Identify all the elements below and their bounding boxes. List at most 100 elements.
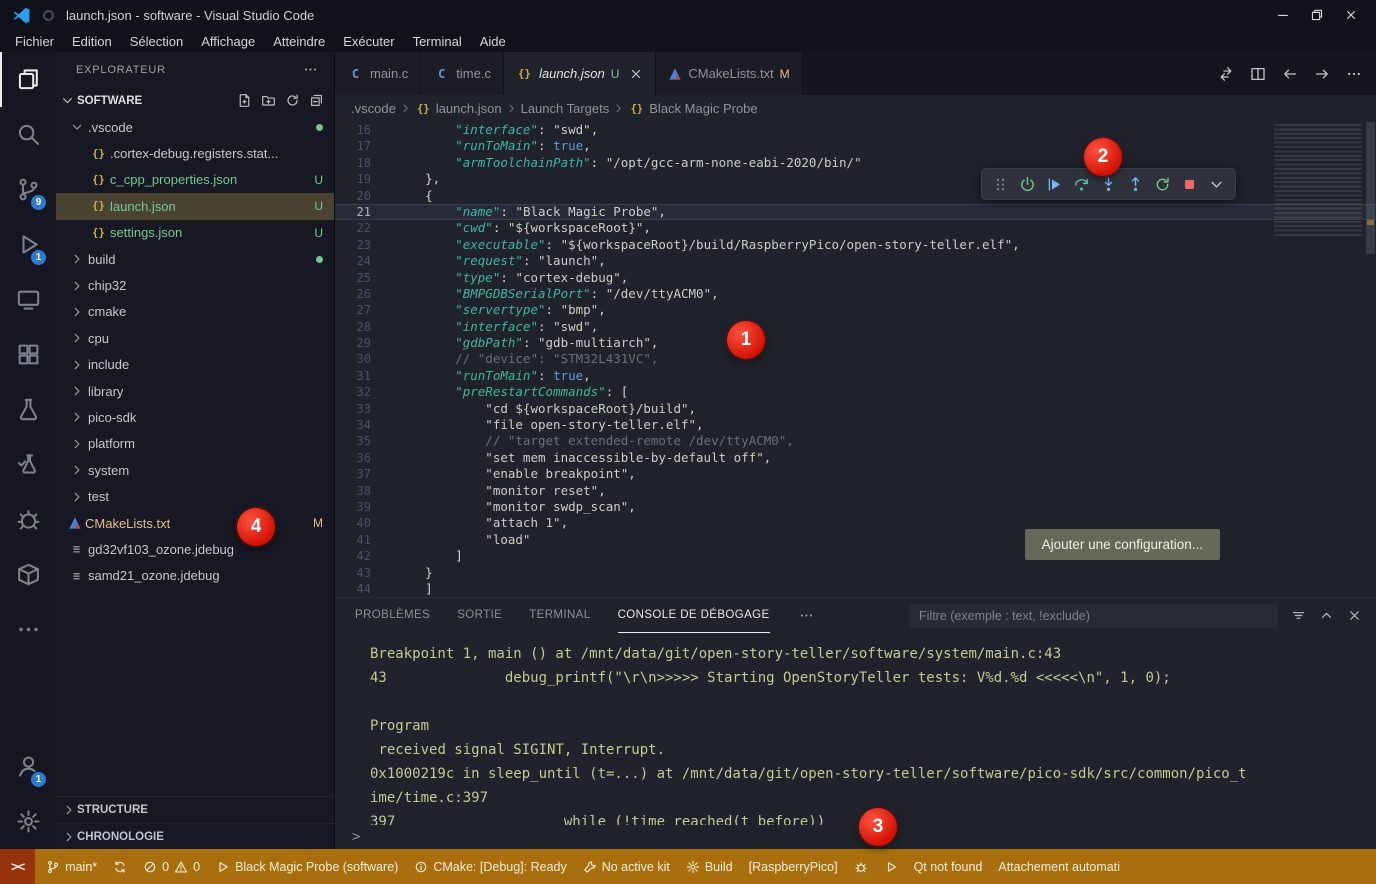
tree-item-include[interactable]: include: [56, 352, 334, 378]
menu-terminal[interactable]: Terminal: [404, 30, 471, 52]
tree-item-samd21-ozone-jdebug[interactable]: ≡samd21_ozone.jdebug: [56, 563, 334, 589]
new-file-button[interactable]: [237, 93, 252, 108]
tree-item-gd32vf103-ozone-jdebug[interactable]: ≡gd32vf103_ozone.jdebug: [56, 536, 334, 562]
activity-settings[interactable]: [0, 794, 56, 849]
tree-item-pico-sdk[interactable]: pico-sdk: [56, 404, 334, 430]
tree-item-launch-json[interactable]: {}launch.jsonU: [56, 193, 334, 219]
debug-more-button[interactable]: [1203, 171, 1230, 198]
tree-item-cpu[interactable]: cpu: [56, 325, 334, 351]
tree-item-cmake[interactable]: cmake: [56, 299, 334, 325]
panel-tab-sortie[interactable]: SORTIE: [457, 598, 502, 633]
tree-item-build[interactable]: build: [56, 246, 334, 272]
close-icon[interactable]: [629, 67, 643, 81]
filter-button[interactable]: [1291, 608, 1306, 623]
breadcrumb-item-launch-targets[interactable]: Launch Targets: [521, 101, 610, 116]
menu-executer[interactable]: Exécuter: [334, 30, 403, 52]
status-cmake-target[interactable]: [RaspberryPico]: [741, 849, 846, 884]
activity-test-explorer[interactable]: [0, 437, 56, 492]
section-chronologie[interactable]: CHRONOLOGIE: [56, 823, 334, 849]
panel-tab-terminal[interactable]: TERMINAL: [529, 598, 590, 633]
minimize-button[interactable]: [1266, 0, 1300, 30]
close-button[interactable]: [1334, 0, 1368, 30]
status-cmake-status[interactable]: CMake: [Debug]: Ready: [406, 849, 574, 884]
editor-scrollbar[interactable]: [1364, 122, 1376, 597]
scrollbar-thumb[interactable]: [1366, 122, 1375, 254]
collapse-folders-button[interactable]: [309, 93, 324, 108]
debug-continue-button[interactable]: [1041, 171, 1068, 198]
menu-edition[interactable]: Edition: [63, 30, 121, 52]
explorer-more-button[interactable]: [303, 62, 318, 77]
breadcrumb[interactable]: .vscode {}launch.json Launch Targets {}Blac…: [335, 95, 1376, 122]
tab-time-c[interactable]: Ctime.c: [421, 52, 504, 95]
refresh-explorer-button[interactable]: [285, 93, 300, 108]
breadcrumb-item-black-magic-probe[interactable]: {}Black Magic Probe: [628, 101, 757, 116]
activity-explorer[interactable]: [0, 52, 56, 107]
debug-step-out-button[interactable]: [1122, 171, 1149, 198]
tree-item-library[interactable]: library: [56, 378, 334, 404]
close-panel-button[interactable]: [1347, 608, 1362, 623]
debug-step-over-button[interactable]: [1068, 171, 1095, 198]
panel-tab-problemes[interactable]: PROBLÈMES: [355, 598, 430, 633]
tree-item-settings-json[interactable]: {}settings.jsonU: [56, 220, 334, 246]
activity-search[interactable]: [0, 107, 56, 162]
panel-more-button[interactable]: [799, 608, 814, 623]
tree-item-platform[interactable]: platform: [56, 431, 334, 457]
status-problems[interactable]: 00: [135, 849, 208, 884]
tree-item-c-cpp-properties-json[interactable]: {}c_cpp_properties.jsonU: [56, 167, 334, 193]
tree-item-cortex-debug-registers-stat[interactable]: {}.cortex-debug.registers.stat...: [56, 140, 334, 166]
status-remote[interactable]: ><: [0, 849, 35, 884]
activity-accounts[interactable]: 1: [0, 739, 56, 794]
status-cmake-launch[interactable]: [876, 849, 906, 884]
debug-restart-button[interactable]: [1149, 171, 1176, 198]
activity-source-control[interactable]: 9: [0, 162, 56, 217]
menu-fichier[interactable]: Fichier: [6, 30, 63, 52]
tab-launch-json[interactable]: {}launch.jsonU: [504, 52, 656, 95]
open-changes-button[interactable]: [1218, 66, 1234, 82]
status-sync[interactable]: [105, 849, 135, 884]
breadcrumb-item-vscode[interactable]: .vscode: [351, 101, 396, 116]
panel-tab-console-de-debogage[interactable]: CONSOLE DE DÉBOGAGE: [618, 598, 770, 633]
tree-item-vscode[interactable]: .vscode: [56, 114, 334, 140]
debug-console-output[interactable]: Breakpoint 1, main () at /mnt/data/git/o…: [335, 633, 1376, 825]
activity-extensions[interactable]: [0, 327, 56, 382]
menu-affichage[interactable]: Affichage: [192, 30, 264, 52]
restore-button[interactable]: [1300, 0, 1334, 30]
add-configuration-button[interactable]: Ajouter une configuration...: [1025, 529, 1220, 560]
tree-item-test[interactable]: test: [56, 483, 334, 509]
navigate-back-button[interactable]: [1282, 66, 1298, 82]
debug-power-button[interactable]: [1014, 171, 1041, 198]
debug-drag-handle-button[interactable]: [987, 171, 1014, 198]
editor[interactable]: 16 "interface": "swd",17 "runToMain": tr…: [335, 122, 1376, 597]
debug-console-filter-input[interactable]: [910, 604, 1278, 628]
activity-packages[interactable]: [0, 547, 56, 602]
status-git-branch[interactable]: main*: [38, 849, 105, 884]
tree-item-cmakelists-txt[interactable]: CMakeLists.txtM: [56, 510, 334, 536]
status-qt-status[interactable]: Qt not found: [906, 849, 991, 884]
activity-testing[interactable]: [0, 382, 56, 437]
more-actions-button[interactable]: [1346, 66, 1362, 82]
activity-cmake-tools[interactable]: [0, 492, 56, 547]
status-cmake-build[interactable]: Build: [678, 849, 741, 884]
tab-main-c[interactable]: Cmain.c: [335, 52, 421, 95]
minimap[interactable]: [1274, 124, 1362, 236]
tree-item-chip32[interactable]: chip32: [56, 272, 334, 298]
status-cmake-debug[interactable]: [846, 849, 876, 884]
menu-aide[interactable]: Aide: [471, 30, 515, 52]
section-structure[interactable]: STRUCTURE: [56, 797, 334, 823]
debug-stop-button[interactable]: [1176, 171, 1203, 198]
new-folder-button[interactable]: [261, 93, 276, 108]
section-software[interactable]: SOFTWARE: [56, 87, 334, 114]
tree-item-system[interactable]: system: [56, 457, 334, 483]
menu-atteindre[interactable]: Atteindre: [264, 30, 334, 52]
navigate-forward-button[interactable]: [1314, 66, 1330, 82]
status-cmake-kit[interactable]: No active kit: [575, 849, 678, 884]
breadcrumb-item-launch-json[interactable]: {}launch.json: [415, 101, 502, 116]
status-auto-attach[interactable]: Attachement automati: [990, 849, 1128, 884]
activity-remote-explorer[interactable]: [0, 272, 56, 327]
maximize-panel-button[interactable]: [1319, 608, 1334, 623]
activity-run-and-debug[interactable]: 1: [0, 217, 56, 272]
tab-cmakelists-txt[interactable]: CMakeLists.txtM: [656, 52, 802, 95]
activity-additional-views[interactable]: [0, 602, 56, 657]
menu-selection[interactable]: Sélection: [121, 30, 192, 52]
split-editor-button[interactable]: [1250, 66, 1266, 82]
